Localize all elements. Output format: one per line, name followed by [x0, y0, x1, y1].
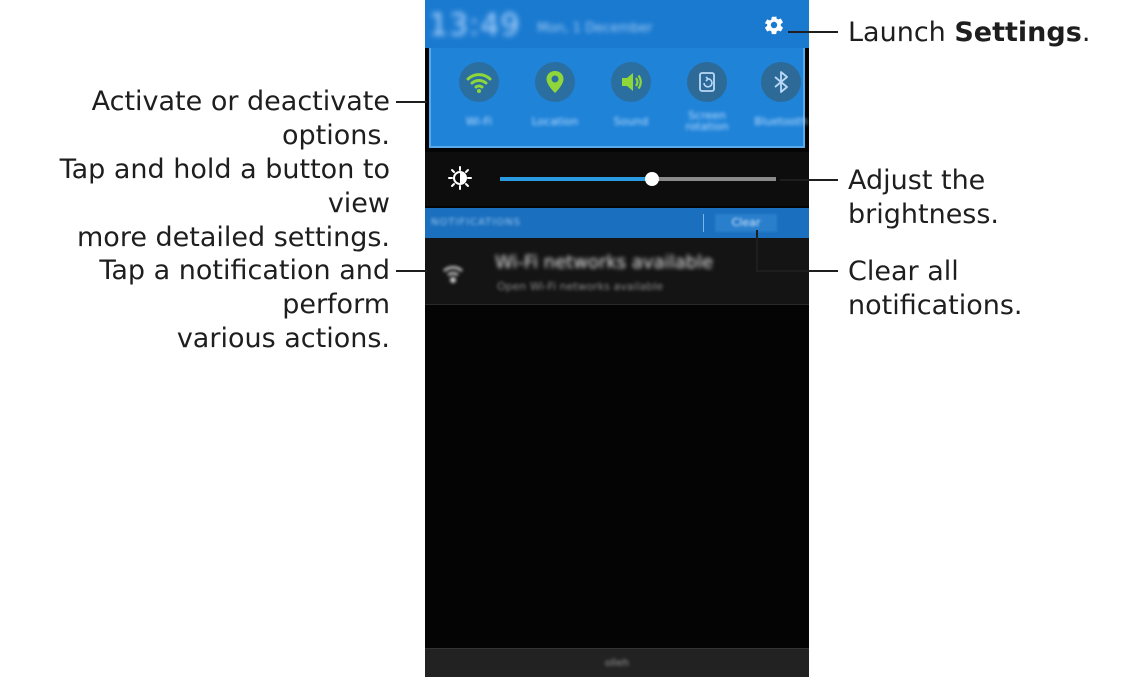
bluetooth-toggle[interactable]	[761, 62, 801, 102]
location-pin-icon	[546, 71, 564, 93]
quick-setting-location[interactable]: Location	[525, 54, 585, 140]
leader-line-brightness	[780, 179, 838, 181]
status-date: Mon, 1 December	[537, 21, 653, 36]
callout-settings-suffix: .	[1081, 17, 1091, 48]
quick-setting-wifi[interactable]: Wi-Fi	[449, 54, 509, 140]
callout-line: Tap a notification and perform	[99, 255, 390, 320]
leader-line-quick-settings	[396, 101, 427, 103]
brightness-slider[interactable]	[500, 172, 776, 186]
notifications-header: NOTIFICATIONS Clear	[425, 208, 809, 238]
callout-settings: Launch Settings.	[848, 16, 1090, 50]
leader-line-clear	[756, 270, 838, 272]
clear-button[interactable]: Clear	[715, 214, 777, 232]
location-toggle[interactable]	[535, 62, 575, 102]
notification-item[interactable]: Wi-Fi networks available Open Wi-Fi netw…	[425, 238, 809, 305]
sound-toggle[interactable]	[611, 62, 651, 102]
quick-setting-label: Wi-Fi	[465, 115, 493, 128]
status-time: 13:49	[429, 8, 521, 43]
callout-settings-bold: Settings	[954, 17, 1082, 48]
quick-setting-rotation[interactable]: Screen rotation	[677, 54, 737, 140]
quick-setting-sound[interactable]: Sound	[601, 54, 661, 140]
leader-line-clear-vertical	[756, 230, 758, 272]
callout-line: various actions.	[176, 323, 390, 354]
callout-notification: Tap a notification and perform various a…	[0, 254, 390, 356]
gear-icon[interactable]	[763, 14, 785, 36]
leader-line-settings	[788, 31, 838, 33]
brightness-icon	[448, 166, 472, 190]
rotation-icon	[699, 72, 715, 92]
quick-settings-panel: Wi-Fi Location Sound Screen rotation Blu…	[429, 48, 808, 148]
callout-line: more detailed settings.	[77, 222, 390, 253]
wifi-notification-icon	[443, 266, 463, 283]
notifications-header-label: NOTIFICATIONS	[431, 217, 521, 228]
quick-setting-label: Sound	[613, 115, 649, 128]
notification-title: Wi-Fi networks available	[495, 252, 714, 273]
brightness-fill	[500, 177, 652, 181]
quick-setting-label: Location	[531, 115, 579, 128]
wifi-icon	[466, 73, 492, 93]
callout-clear: Clear all notifications.	[848, 256, 1023, 321]
bluetooth-icon	[774, 71, 788, 93]
quick-setting-bluetooth[interactable]: Bluetooth	[751, 54, 809, 140]
quick-setting-label: Screen rotation	[685, 109, 729, 133]
callout-quick-settings: Activate or deactivate options. Tap and …	[0, 85, 390, 255]
quick-setting-label: Bluetooth	[754, 115, 808, 128]
callout-settings-prefix: Launch	[848, 17, 955, 48]
carrier-label: olleh	[604, 658, 630, 669]
status-bar: 13:49 Mon, 1 December	[425, 0, 809, 48]
brightness-handle[interactable]	[644, 172, 659, 186]
carrier-bar: olleh	[425, 648, 809, 677]
notification-subtitle: Open Wi-Fi networks available	[497, 280, 664, 293]
divider	[703, 214, 704, 232]
notification-panel: 13:49 Mon, 1 December Wi-Fi Location Sou…	[425, 0, 809, 677]
brightness-row	[425, 152, 809, 206]
rotation-toggle[interactable]	[687, 62, 727, 102]
wifi-toggle[interactable]	[459, 62, 499, 102]
callout-line: Tap and hold a button to view	[59, 154, 390, 219]
callout-brightness: Adjust the brightness.	[848, 165, 1000, 230]
leader-line-notification	[396, 270, 427, 272]
callout-line: Activate or deactivate options.	[91, 86, 390, 151]
speaker-icon	[622, 73, 642, 91]
